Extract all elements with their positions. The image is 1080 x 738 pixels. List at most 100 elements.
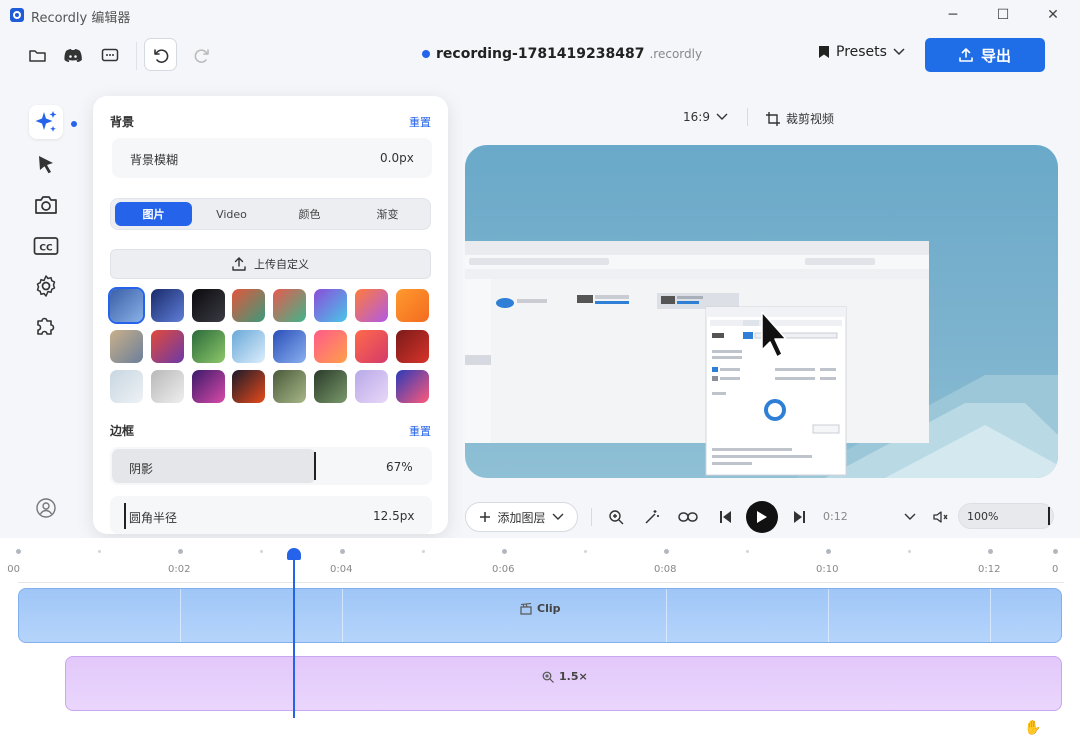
crop-icon [766,111,780,126]
upload-custom-button[interactable]: 上传自定义 [110,249,431,279]
shadow-slider-handle[interactable] [314,452,316,480]
wallpaper-thumbnail[interactable] [273,289,307,322]
tab-image[interactable]: 图片 [115,202,192,226]
border-reset-link[interactable]: 重置 [409,423,431,439]
export-button[interactable]: 导出 [925,38,1045,72]
unsaved-dot [422,50,430,58]
wallpaper-thumbnail[interactable] [232,289,266,322]
ruler-tick-label: 0:10 [816,564,839,575]
playhead-handle[interactable] [287,548,301,560]
shadow-label: 阴影 [129,462,154,476]
clapperboard-icon [520,602,532,615]
maximize-button[interactable]: ☐ [980,3,1026,27]
wallpaper-thumbnail[interactable] [314,329,347,363]
chevron-down-icon [716,113,728,120]
header-divider [747,108,748,126]
wallpaper-thumbnail[interactable] [354,329,388,363]
volume-icon[interactable] [930,506,952,528]
ruler-tick [178,549,183,554]
wallpaper-thumbnail[interactable] [150,370,184,403]
play-button[interactable] [746,501,778,533]
wallpaper-thumbnail[interactable] [273,370,307,403]
wallpaper-thumbnail[interactable] [314,370,347,403]
file-name: recording-1781419238487 [436,46,645,62]
wallpaper-thumbnail[interactable] [108,287,145,324]
zoom-label: 1.5× [542,670,588,683]
ruler-tick [988,549,993,554]
playhead[interactable] [293,556,295,718]
link-icon[interactable] [677,506,699,528]
background-section-title: 背景 [110,115,135,129]
magic-wand-icon[interactable] [641,506,663,528]
bookmark-icon [819,46,829,58]
ruler-tick-label: 0:04 [330,564,353,575]
wallpaper-thumbnail[interactable] [395,329,429,363]
wallpaper-thumbnail[interactable] [232,329,266,363]
clip-divider [180,589,181,642]
ruler-tick-label: 0:06 [492,564,515,575]
cursor-icon[interactable] [29,148,63,182]
skip-forward-icon[interactable] [788,506,810,528]
volume-slider[interactable]: 100% [958,503,1054,529]
ruler-tick [340,549,345,554]
minimize-button[interactable]: ─ [930,3,976,27]
upload-label: 上传自定义 [254,258,309,271]
ruler-tick-label: 0:08 [654,564,677,575]
zoom-in-icon[interactable] [605,506,627,528]
background-reset-link[interactable]: 重置 [409,114,431,130]
folder-open-icon[interactable] [25,44,51,68]
tab-color[interactable]: 颜色 [271,202,348,226]
title-bar [0,0,1080,30]
wallpaper-thumbnail[interactable] [150,289,184,322]
user-icon[interactable] [29,491,63,525]
wallpaper-thumbnail[interactable] [232,370,266,403]
zoom-track[interactable] [65,656,1062,711]
captions-icon[interactable]: CC [29,229,63,263]
add-layer-button[interactable]: 添加图层 [465,502,578,532]
wallpaper-thumbnail[interactable] [395,289,429,322]
wallpaper-thumbnail[interactable] [314,289,347,322]
wallpaper-thumbnail[interactable] [354,370,388,403]
ruler-tick-label: 0:12 [978,564,1001,575]
wallpaper-thumbnail[interactable] [191,329,225,363]
radius-slider-handle[interactable] [124,503,126,529]
ruler-minor-tick [584,550,587,553]
presets-label: Presets [836,44,887,60]
wallpaper-thumbnail[interactable] [395,370,429,403]
discord-icon[interactable] [60,44,86,68]
sparkle-icon[interactable] [29,105,63,139]
aspect-ratio-dropdown[interactable]: 16:9 [683,110,728,124]
ruler-minor-tick [260,550,263,553]
wallpaper-thumbnail[interactable] [110,370,143,403]
blur-value: 0.0px [380,151,414,165]
tab-gradient[interactable]: 渐变 [349,202,426,226]
wallpaper-thumbnail[interactable] [273,329,307,363]
chevron-down-icon[interactable] [899,506,921,528]
play-icon [757,511,767,523]
volume-slider-handle[interactable] [1048,507,1050,525]
close-button[interactable]: ✕ [1030,3,1076,27]
crop-video-button[interactable]: 裁剪视频 [766,110,834,127]
volume-value: 100% [967,509,999,523]
wallpaper-thumbnail[interactable] [191,370,225,403]
blur-label: 背景模糊 [130,153,179,167]
skip-back-icon[interactable] [715,506,737,528]
redo-icon[interactable] [189,44,215,68]
app-logo-icon [10,8,24,22]
puzzle-icon[interactable] [29,309,63,343]
tab-video[interactable]: Video [193,202,270,226]
camera-icon[interactable] [29,188,63,222]
wallpaper-thumbnail[interactable] [354,289,388,322]
clip-track[interactable] [18,588,1062,643]
presets-dropdown[interactable]: Presets [818,44,905,60]
settings-icon[interactable] [29,269,63,303]
wallpaper-thumbnail[interactable] [110,329,143,363]
undo-icon[interactable] [148,44,174,68]
chevron-down-icon [552,513,563,520]
controls-divider [591,508,592,526]
feedback-icon[interactable] [97,44,123,68]
video-preview[interactable] [465,145,1058,478]
wallpaper-thumbnail[interactable] [191,289,225,322]
border-section-title: 边框 [110,424,135,438]
wallpaper-thumbnail[interactable] [150,329,184,363]
